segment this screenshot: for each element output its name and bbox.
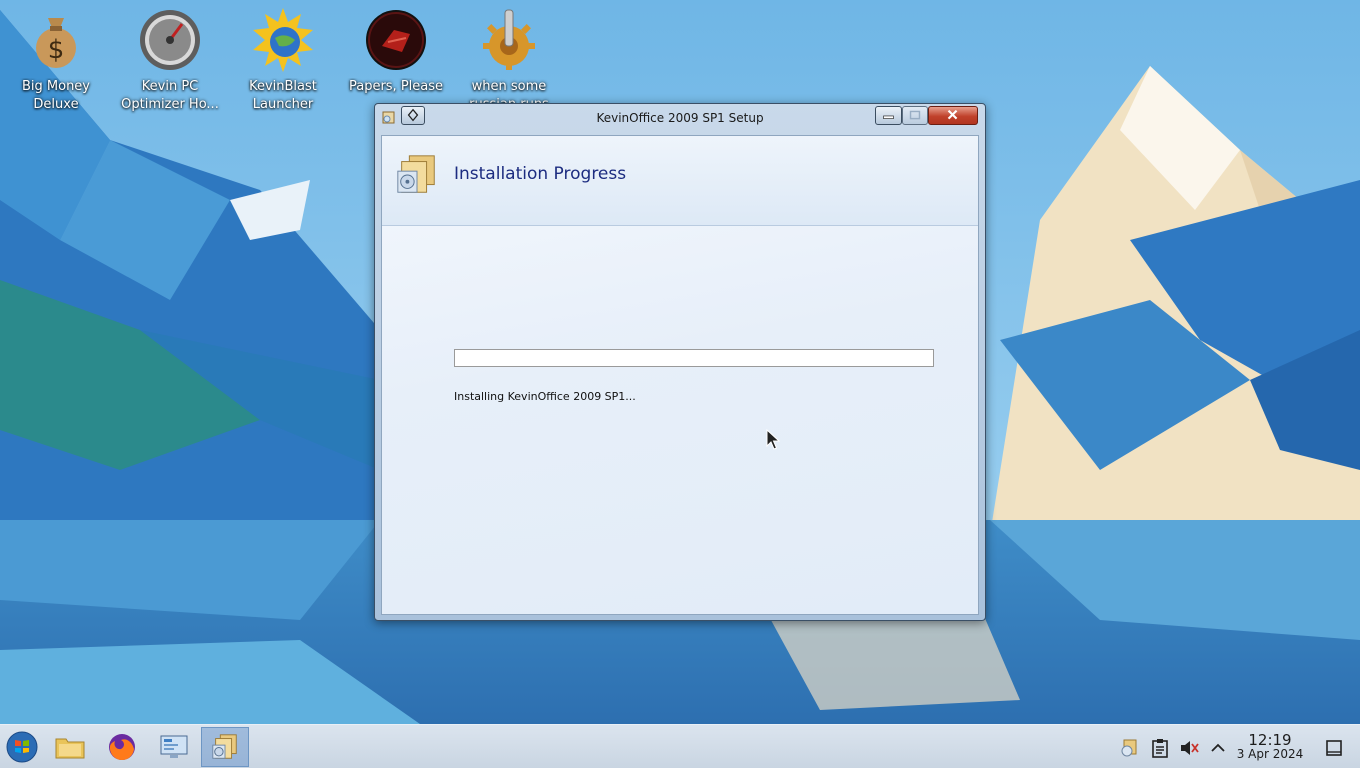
install-progress-bar xyxy=(454,349,934,367)
volume-muted-icon[interactable] xyxy=(1178,737,1200,759)
desktop-icon-when-some-russian[interactable]: when some russian runs a... xyxy=(459,8,559,114)
firefox-icon xyxy=(109,734,135,761)
desktop-icon-label: Papers, Please xyxy=(348,79,444,94)
clipboard-icon[interactable] xyxy=(1149,737,1171,759)
taskbar xyxy=(0,724,1360,768)
desktop-icon-label: KevinBlast Launcher xyxy=(249,79,317,112)
speedometer-icon xyxy=(140,10,200,70)
desktop-icon-kevinblast-launcher[interactable]: KevinBlast Launcher xyxy=(233,8,333,114)
start-button[interactable] xyxy=(0,727,44,767)
globe-sun-icon xyxy=(253,8,313,72)
installer-box-icon xyxy=(397,155,435,193)
header-band: Installation Progress xyxy=(382,136,978,226)
show-desktop-icon[interactable] xyxy=(1323,737,1345,759)
mouse-cursor-icon xyxy=(766,429,780,450)
desktop-icon-label: Big Money Deluxe xyxy=(21,79,90,112)
desktop-icon-big-money-deluxe[interactable]: $ Big Money Deluxe xyxy=(6,8,106,114)
taskbar-control-panel[interactable] xyxy=(150,727,198,767)
gear-icon xyxy=(483,9,535,70)
svg-text:$: $ xyxy=(48,35,65,65)
maximize-button[interactable] xyxy=(902,106,928,125)
window-titlebar[interactable]: KevinOffice 2009 SP1 Setup xyxy=(375,104,985,134)
desktop-icon-label: Kevin PC Optimizer Ho... xyxy=(121,79,219,112)
papers-please-icon xyxy=(366,10,426,70)
clock-date[interactable]: 3 Apr 2024 xyxy=(1232,747,1308,761)
close-icon xyxy=(947,109,958,120)
setup-window: KevinOffice 2009 SP1 Setup Installation … xyxy=(374,103,986,621)
taskbar-setup-task[interactable] xyxy=(201,727,249,767)
maximize-icon xyxy=(909,110,921,120)
installer-icon xyxy=(212,734,237,759)
installer-tray-icon[interactable] xyxy=(1118,737,1140,759)
control-panel-icon xyxy=(160,735,188,758)
minimize-button[interactable] xyxy=(875,106,902,125)
money-bag-icon: $ xyxy=(36,18,76,68)
taskbar-firefox[interactable] xyxy=(98,727,146,767)
desktop-icon-papers-please[interactable]: Papers, Please xyxy=(346,8,446,96)
folder-icon xyxy=(55,738,85,759)
setup-client-area: Installation Progress Installing KevinOf… xyxy=(381,135,979,615)
install-status-text: Installing KevinOffice 2009 SP1... xyxy=(454,390,636,403)
page-title: Installation Progress xyxy=(454,164,627,184)
chevron-up-icon[interactable] xyxy=(1207,737,1229,759)
taskbar-file-manager[interactable] xyxy=(46,727,94,767)
close-button[interactable] xyxy=(928,106,978,125)
minimize-icon xyxy=(883,115,894,119)
desktop-icon-kevin-pc-optimizer[interactable]: Kevin PC Optimizer Ho... xyxy=(120,8,220,114)
windows-orb-icon xyxy=(6,731,38,763)
